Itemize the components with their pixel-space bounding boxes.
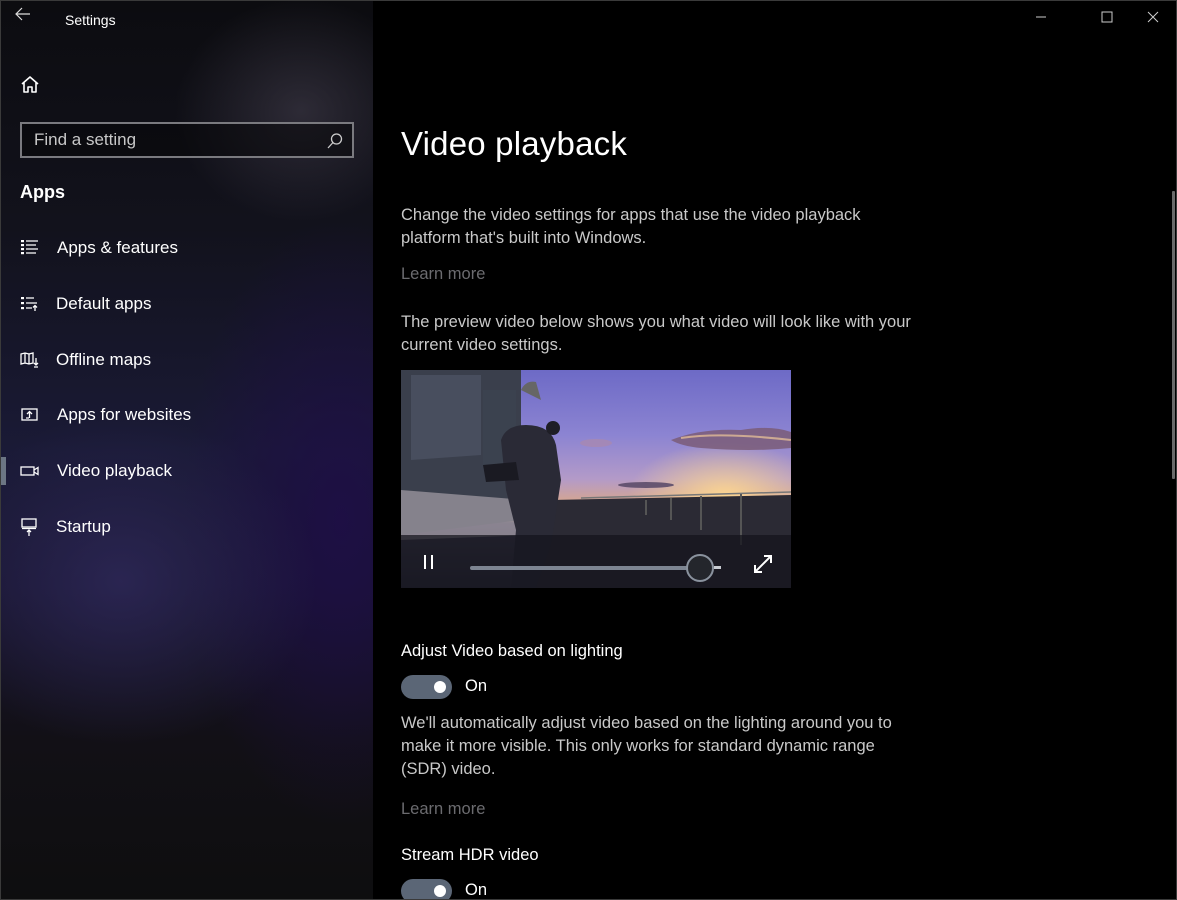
close-button[interactable] xyxy=(1130,1,1176,33)
toggle-state-label: On xyxy=(465,881,488,899)
nav-label: Video playback xyxy=(57,461,172,480)
seek-thumb[interactable] xyxy=(686,554,714,582)
sidebar-item-video-playback[interactable]: Video playback xyxy=(1,449,373,493)
default-apps-icon xyxy=(21,297,38,311)
toggle-knob xyxy=(434,681,446,693)
search-icon[interactable] xyxy=(326,132,344,150)
sidebar-item-offline-maps[interactable]: Offline maps xyxy=(1,338,373,382)
preview-description: The preview video below shows you what v… xyxy=(401,313,911,354)
video-camera-icon xyxy=(20,466,39,476)
nav-label: Startup xyxy=(56,517,111,536)
adjust-lighting-toggle[interactable] xyxy=(401,675,452,699)
search-input[interactable] xyxy=(22,124,352,156)
nav-label: Default apps xyxy=(56,294,152,313)
nav-label: Apps for websites xyxy=(57,405,192,424)
minimize-button[interactable] xyxy=(1018,1,1064,33)
close-icon xyxy=(1147,11,1159,23)
section-heading: Apps xyxy=(20,182,65,202)
minimize-icon xyxy=(1036,16,1046,18)
back-button[interactable] xyxy=(15,7,37,25)
learn-more-link-lighting[interactable]: Learn more xyxy=(401,800,485,819)
home-button[interactable] xyxy=(20,75,40,95)
learn-more-link[interactable]: Learn more xyxy=(401,265,485,284)
video-preview[interactable] xyxy=(401,370,791,588)
toggle-state-label: On xyxy=(465,677,488,695)
home-icon xyxy=(21,76,39,93)
seek-bar[interactable] xyxy=(470,566,702,570)
pause-icon[interactable] xyxy=(419,552,439,572)
offline-maps-icon xyxy=(20,352,39,368)
setting-label-adjust-lighting: Adjust Video based on lighting xyxy=(401,642,623,660)
video-controls xyxy=(401,535,791,588)
settings-window: Settings Apps Apps & features Default ap… xyxy=(0,0,1177,900)
fullscreen-icon[interactable] xyxy=(751,552,775,576)
search-box[interactable] xyxy=(20,122,354,158)
sidebar-item-apps-features[interactable]: Apps & features xyxy=(1,226,373,270)
maximize-icon xyxy=(1101,11,1113,23)
back-arrow-icon xyxy=(15,7,30,21)
apps-for-websites-icon xyxy=(21,408,38,421)
startup-icon xyxy=(21,518,37,536)
stream-hdr-toggle[interactable] xyxy=(401,879,452,899)
toggle-knob xyxy=(434,885,446,897)
sidebar: Settings Apps Apps & features Default ap… xyxy=(1,1,373,899)
seek-remaining xyxy=(714,566,721,569)
maximize-button[interactable] xyxy=(1084,1,1130,33)
apps-features-icon xyxy=(21,240,38,255)
app-title: Settings xyxy=(65,12,116,28)
intro-text: Change the video settings for apps that … xyxy=(401,206,861,247)
vertical-scrollbar[interactable] xyxy=(1172,191,1175,479)
setting-label-stream-hdr: Stream HDR video xyxy=(401,846,539,864)
nav-label: Offline maps xyxy=(56,350,152,369)
sidebar-item-default-apps[interactable]: Default apps xyxy=(1,282,373,326)
selection-indicator xyxy=(1,457,6,485)
adjust-lighting-description: We'll automatically adjust video based o… xyxy=(401,714,892,778)
nav-label: Apps & features xyxy=(57,238,178,257)
sidebar-item-startup[interactable]: Startup xyxy=(1,505,373,549)
main-content: Video playback Change the video settings… xyxy=(373,1,1176,899)
sidebar-item-apps-for-websites[interactable]: Apps for websites xyxy=(1,393,373,437)
page-title: Video playback xyxy=(401,125,628,162)
